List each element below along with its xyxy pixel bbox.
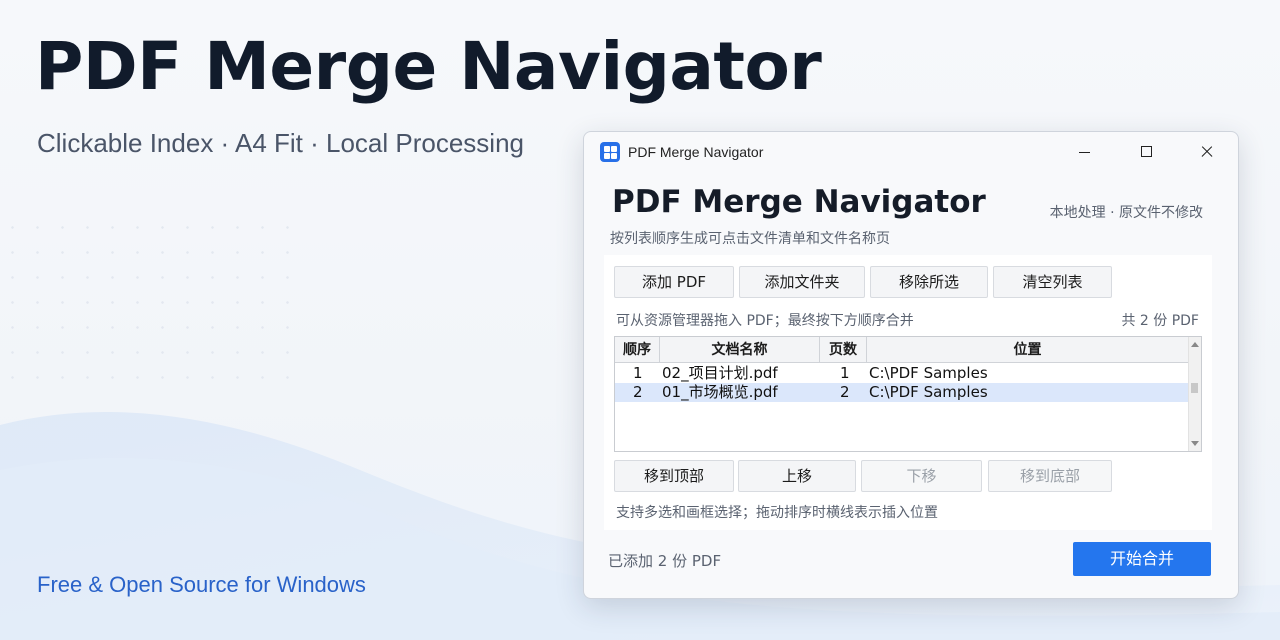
minimize-icon	[1079, 152, 1090, 153]
maximize-icon	[1141, 146, 1152, 157]
window-title: PDF Merge Navigator	[628, 144, 764, 160]
move-to-bottom-button[interactable]: 移到底部	[988, 460, 1112, 492]
row-pages: 2	[840, 383, 850, 401]
app-window: PDF Merge Navigator PDF Merge Navigator …	[583, 131, 1239, 599]
app-grid-icon	[600, 142, 620, 162]
privacy-note: 本地处理 · 原文件不修改	[1049, 205, 1203, 221]
row-name: 02_项目计划.pdf	[662, 364, 778, 382]
app-description: 按列表顺序生成可点击文件清单和文件名称页	[610, 231, 890, 247]
row-location: C:\PDF Samples	[869, 364, 988, 382]
scroll-thumb[interactable]	[1191, 383, 1198, 393]
selection-hint: 支持多选和画框选择；拖动排序时横线表示插入位置	[616, 505, 938, 521]
row-pages: 1	[840, 364, 850, 382]
drag-hint: 可从资源管理器拖入 PDF；最终按下方顺序合并	[616, 313, 914, 329]
column-header-pages[interactable]: 页数	[820, 337, 867, 363]
clear-list-button[interactable]: 清空列表	[993, 266, 1112, 298]
title-bar[interactable]: PDF Merge Navigator	[584, 132, 1238, 172]
table-row[interactable]: 1 02_项目计划.pdf 1 C:\PDF Samples	[615, 364, 1189, 383]
column-header-order[interactable]: 顺序	[615, 337, 660, 363]
scroll-up-icon[interactable]	[1191, 342, 1199, 347]
add-pdf-button[interactable]: 添加 PDF	[614, 266, 734, 298]
scroll-down-icon[interactable]	[1191, 441, 1199, 446]
minimize-button[interactable]	[1062, 136, 1108, 168]
hero-footer: Free & Open Source for Windows	[37, 572, 366, 597]
file-panel: 添加 PDF 添加文件夹 移除所选 清空列表 可从资源管理器拖入 PDF；最终按…	[604, 255, 1212, 530]
status-text: 已添加 2 份 PDF	[608, 552, 722, 570]
row-location: C:\PDF Samples	[869, 383, 988, 401]
move-up-button[interactable]: 上移	[738, 460, 856, 492]
column-header-name[interactable]: 文档名称	[660, 337, 820, 363]
row-order: 2	[633, 383, 643, 401]
pdf-list-table[interactable]: 顺序 文档名称 页数 位置 1 02_项目计划.pdf 1 C:\PDF Sam…	[614, 336, 1202, 452]
pdf-count: 共 2 份 PDF	[1121, 313, 1199, 329]
close-button[interactable]	[1184, 136, 1230, 168]
table-row-selected[interactable]: 2 01_市场概览.pdf 2 C:\PDF Samples	[615, 383, 1189, 402]
hero-subtitle: Clickable Index · A4 Fit · Local Process…	[37, 128, 524, 158]
remove-selected-button[interactable]: 移除所选	[870, 266, 988, 298]
start-merge-button[interactable]: 开始合并	[1073, 542, 1211, 576]
column-header-location[interactable]: 位置	[867, 337, 1189, 363]
move-down-button[interactable]: 下移	[861, 460, 982, 492]
row-order: 1	[633, 364, 643, 382]
vertical-scrollbar[interactable]	[1188, 337, 1201, 451]
add-folder-button[interactable]: 添加文件夹	[739, 266, 865, 298]
hero-title: PDF Merge Navigator	[35, 28, 822, 105]
row-name: 01_市场概览.pdf	[662, 383, 778, 401]
maximize-button[interactable]	[1124, 136, 1170, 168]
dot-pattern	[0, 215, 300, 395]
move-to-top-button[interactable]: 移到顶部	[614, 460, 734, 492]
app-heading: PDF Merge Navigator	[612, 184, 986, 220]
